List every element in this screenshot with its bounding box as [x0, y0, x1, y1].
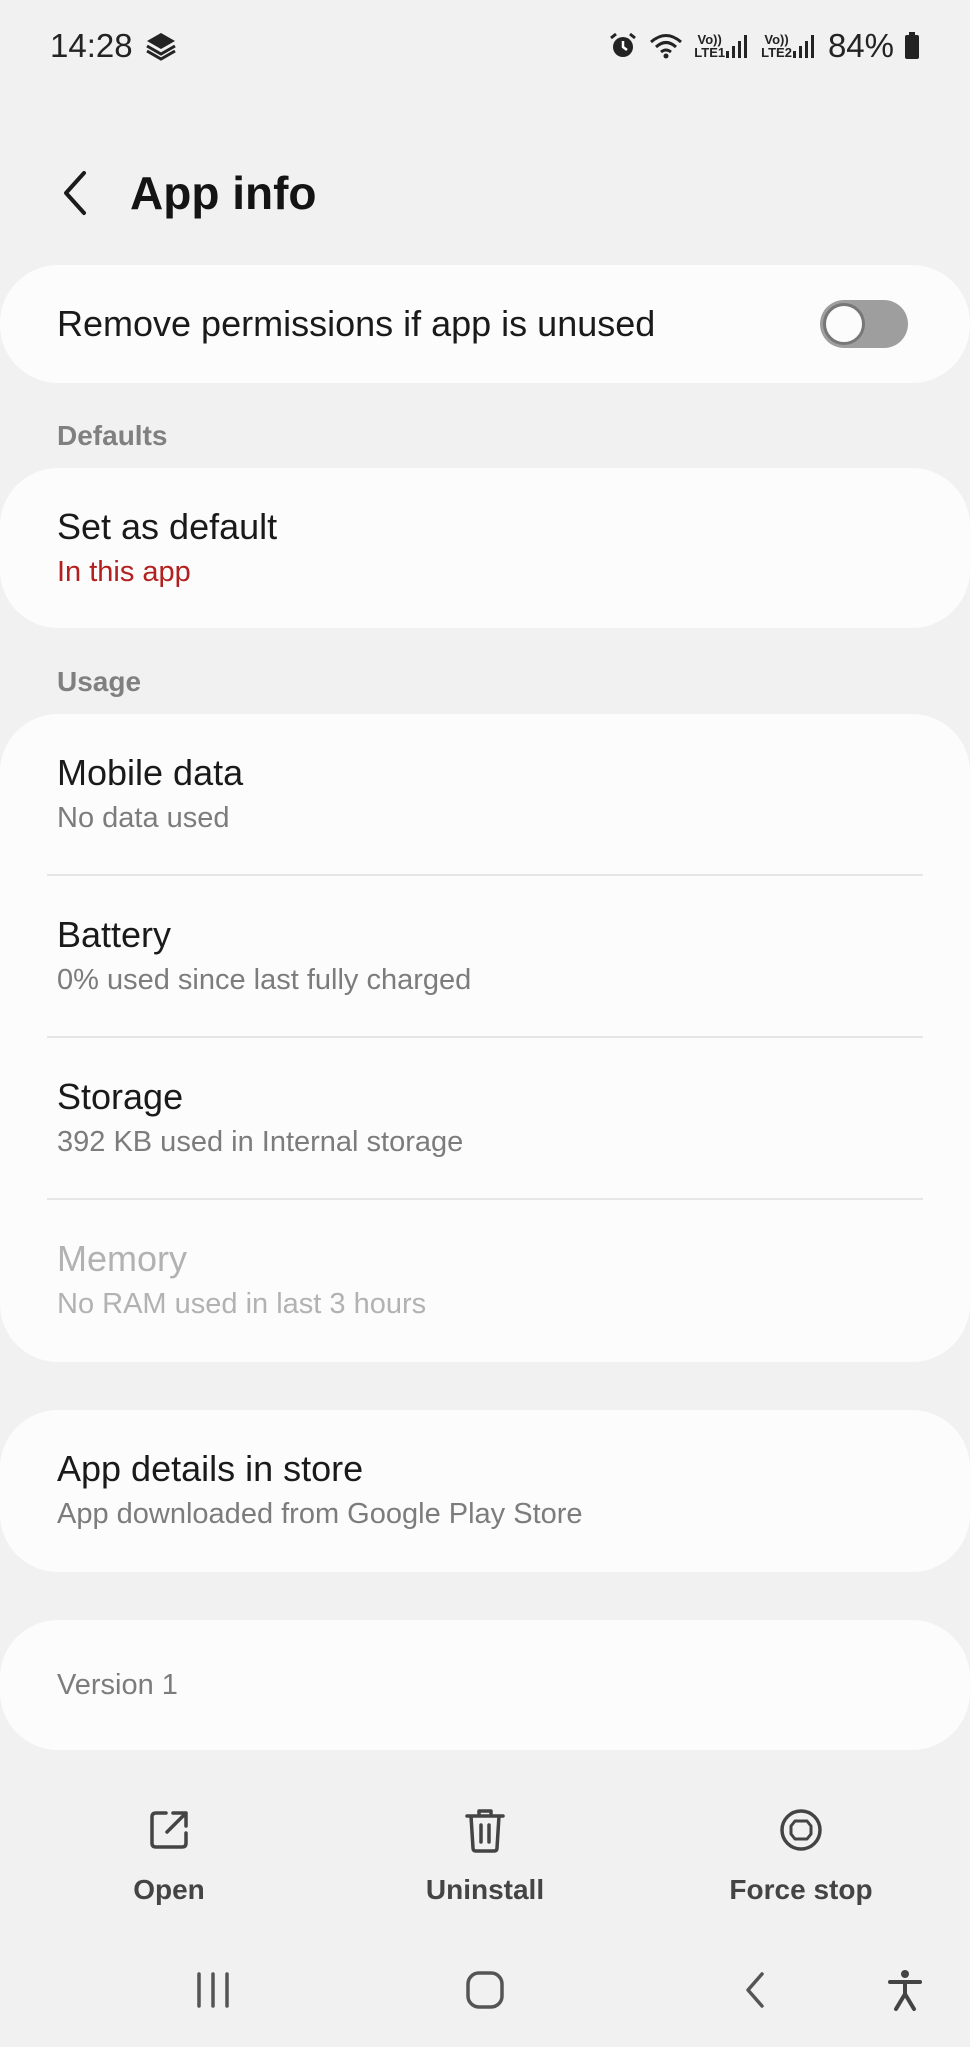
system-navigation-bar: [0, 1945, 970, 2035]
page-title: App info: [130, 167, 317, 219]
set-as-default-title: Set as default: [57, 506, 278, 547]
sim2-indicator: Vo)) LTE2: [761, 33, 818, 59]
open-button[interactable]: Open: [49, 1800, 289, 1906]
trash-icon: [465, 1809, 505, 1853]
usage-item-battery[interactable]: Battery 0% used since last fully charged: [0, 876, 970, 1038]
status-bar: 14:28 Vo)) LTE1 Vo)) LTE2 84%: [0, 0, 970, 92]
remove-permissions-label: Remove permissions if app is unused: [57, 303, 656, 344]
chevron-left-icon: [64, 171, 86, 215]
battery-percent: 84%: [827, 27, 894, 64]
uninstall-button[interactable]: Uninstall: [365, 1800, 605, 1906]
home-button[interactable]: [425, 1945, 545, 2035]
recents-button[interactable]: [153, 1945, 273, 2035]
back-icon: [746, 1972, 764, 2008]
app-details-store-card[interactable]: App details in store App downloaded from…: [0, 1410, 970, 1572]
set-as-default-subtitle: In this app: [57, 556, 191, 588]
battery-title: Battery: [57, 914, 172, 955]
signal-icon: [792, 35, 814, 58]
force-stop-button[interactable]: Force stop: [681, 1800, 921, 1906]
sim2-network-label: LTE2: [761, 45, 792, 60]
usage-card: Mobile data No data used Battery 0% used…: [0, 714, 970, 1362]
sim1-network-label: LTE1: [694, 45, 726, 60]
back-button[interactable]: [36, 153, 116, 233]
usage-item-storage[interactable]: Storage 392 KB used in Internal storage: [0, 1038, 970, 1200]
storage-title: Storage: [57, 1076, 184, 1117]
accessibility-icon: [888, 1970, 922, 2011]
alarm-icon: [608, 31, 638, 61]
notification-icon: [145, 31, 177, 61]
battery-icon: [904, 32, 920, 60]
remove-permissions-toggle[interactable]: [820, 300, 908, 348]
recents-icon: [197, 1972, 229, 2008]
app-details-store-title: App details in store: [57, 1448, 364, 1489]
usage-item-memory: Memory No RAM used in last 3 hours: [0, 1200, 970, 1362]
wifi-icon: [648, 31, 684, 61]
battery-subtitle: 0% used since last fully charged: [57, 964, 472, 996]
memory-title: Memory: [57, 1238, 188, 1279]
usage-item-mobile-data[interactable]: Mobile data No data used: [0, 714, 970, 876]
bottom-actions: Open Uninstall Force stop: [0, 1800, 970, 1940]
toggle-knob: [823, 303, 865, 345]
set-as-default-card[interactable]: Set as default In this app: [0, 468, 970, 628]
uninstall-label: Uninstall: [425, 1874, 545, 1905]
memory-subtitle: No RAM used in last 3 hours: [57, 1288, 427, 1320]
status-time: 14:28: [50, 27, 133, 64]
signal-icon: [726, 35, 748, 58]
version-label: Version 1: [57, 1668, 178, 1701]
usage-section-label: Usage: [57, 666, 142, 697]
mobile-data-title: Mobile data: [57, 752, 244, 793]
nav-back-button[interactable]: [695, 1945, 815, 2035]
mobile-data-subtitle: No data used: [57, 802, 230, 834]
remove-permissions-card[interactable]: Remove permissions if app is unused: [0, 265, 970, 383]
open-label: Open: [133, 1874, 205, 1905]
version-card: Version 1: [0, 1620, 970, 1750]
sim1-indicator: Vo)) LTE1: [694, 33, 751, 59]
stop-icon: [780, 1809, 822, 1851]
app-bar: App info: [0, 140, 970, 246]
force-stop-label: Force stop: [729, 1874, 873, 1905]
app-details-store-subtitle: App downloaded from Google Play Store: [57, 1498, 583, 1530]
home-icon: [466, 1971, 504, 2009]
open-external-icon: [150, 1811, 188, 1849]
defaults-section-label: Defaults: [57, 420, 168, 451]
storage-subtitle: 392 KB used in Internal storage: [57, 1126, 464, 1158]
accessibility-button[interactable]: [845, 1945, 965, 2035]
